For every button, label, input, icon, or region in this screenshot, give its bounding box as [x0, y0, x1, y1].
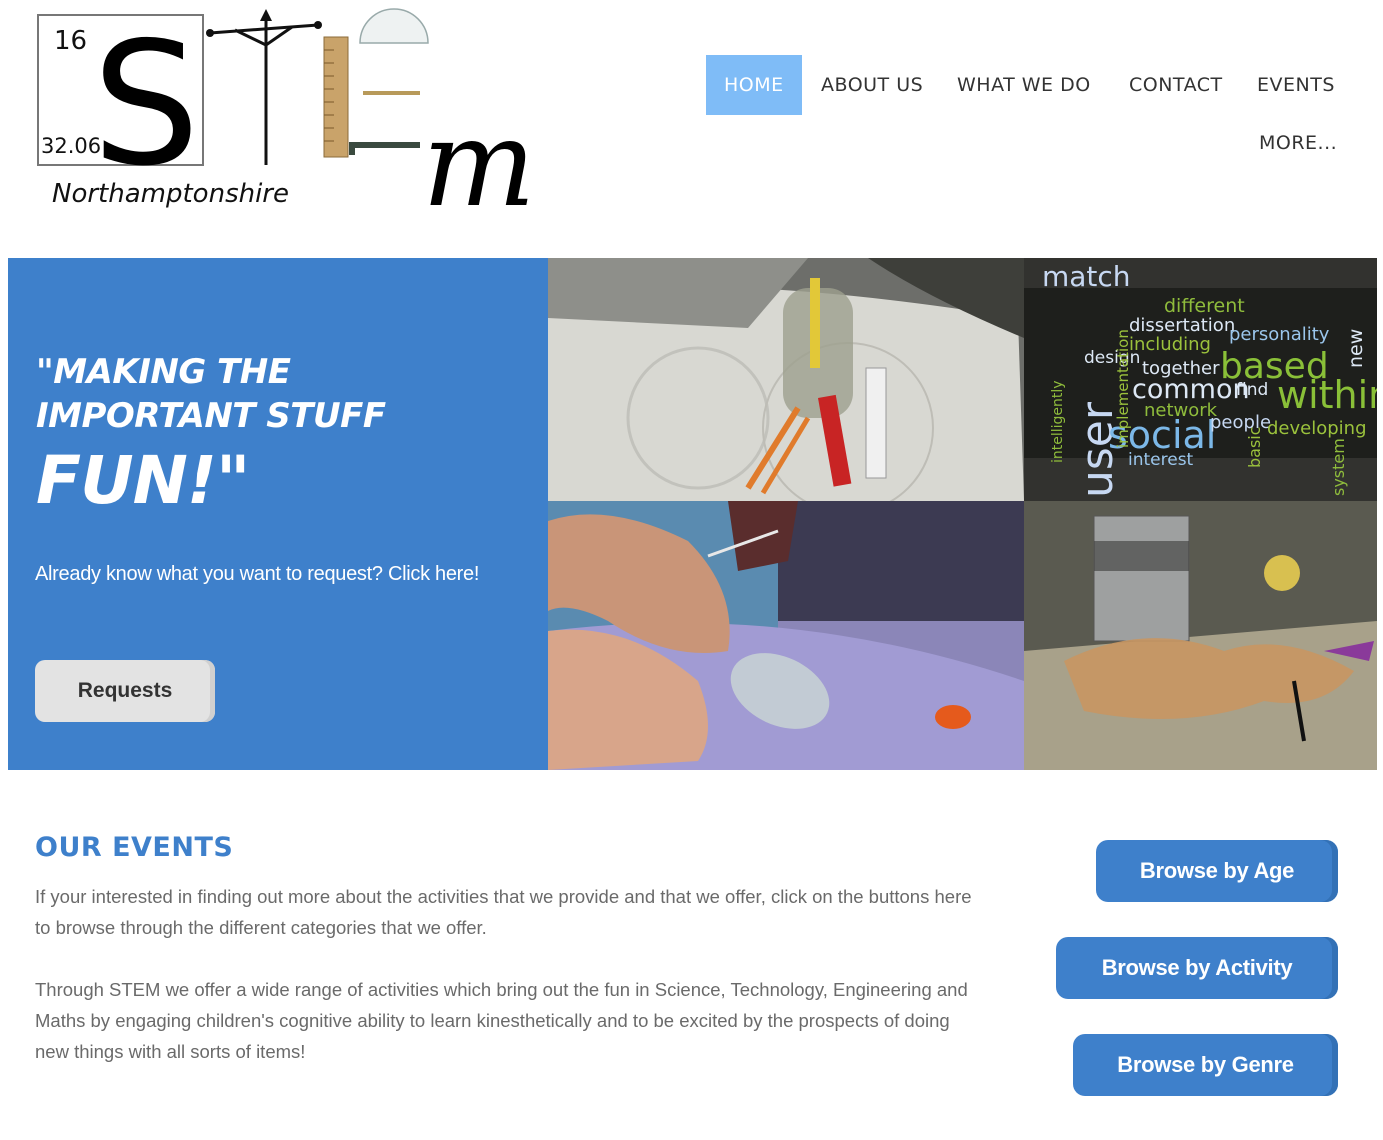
cloud-word-developing: developing: [1267, 418, 1367, 439]
quote-line-2: IMPORTANT STUFF: [36, 396, 386, 436]
cloud-word-personality: personality: [1229, 324, 1330, 345]
photo-hands-bottle: [548, 501, 1024, 770]
main-nav: HOME ABOUT US WHAT WE DO CONTACT EVENTS …: [706, 55, 1346, 165]
nav-home[interactable]: HOME: [706, 55, 802, 115]
logo-ruler-icon: [323, 36, 349, 158]
nav-events[interactable]: EVENTS: [1257, 55, 1335, 115]
events-intro-text: If your interested in finding out more a…: [35, 886, 972, 938]
browse-by-activity-button[interactable]: Browse by Activity: [1056, 937, 1338, 999]
nav-more[interactable]: MORE...: [1259, 113, 1337, 173]
nav-contact[interactable]: CONTACT: [1129, 55, 1223, 115]
nav-about-us[interactable]: ABOUT US: [821, 55, 923, 115]
photo-can-robot: [1024, 501, 1377, 770]
cloud-word-new: new: [1345, 329, 1367, 368]
quote-fun: FUN!": [36, 442, 250, 519]
cloud-word-intelligently: intelligently: [1050, 380, 1066, 463]
events-heading: OUR EVENTS: [35, 832, 234, 863]
cloud-word-within: within: [1277, 373, 1377, 417]
events-section: OUR EVENTS If your interested in finding…: [35, 832, 985, 1067]
photo-word-cloud: match different dissertation personality…: [1024, 258, 1377, 501]
logo-atomic-mass: 32.06: [41, 134, 101, 158]
hero-photo-collage: match different dissertation personality…: [548, 258, 1377, 770]
logo-atomic-number: 16: [54, 26, 87, 56]
cloud-word-interest: interest: [1128, 450, 1194, 470]
logo-t-tree-icon: [209, 15, 319, 165]
hero-panel: "MAKING THE IMPORTANT STUFF FUN!" Alread…: [8, 258, 548, 770]
quote-line-1: "MAKING THE: [36, 352, 291, 392]
browse-by-age-button[interactable]: Browse by Age: [1096, 840, 1338, 902]
logo-m-letter: m: [422, 95, 536, 230]
browse-by-genre-button[interactable]: Browse by Genre: [1073, 1034, 1338, 1096]
cloud-word-system: system: [1329, 438, 1348, 496]
site-logo[interactable]: 16 S 32.06 m Northamptonshire: [30, 5, 550, 230]
hero-banner: "MAKING THE IMPORTANT STUFF FUN!" Alread…: [8, 258, 1377, 770]
cloud-word-find: find: [1236, 380, 1268, 400]
requests-button[interactable]: Requests: [35, 660, 215, 722]
logo-protractor-icon: [359, 8, 429, 44]
logo-tagline: Northamptonshire: [52, 179, 289, 209]
cloud-word-including: including: [1129, 334, 1211, 355]
nav-what-we-do[interactable]: WHAT WE DO: [957, 55, 1091, 115]
cloud-word-implementation: implementation: [1114, 329, 1132, 448]
logo-symbol: S: [92, 6, 200, 204]
request-prompt: Already know what you want to request? C…: [35, 563, 480, 585]
cloud-word-dissertation: dissertation: [1129, 315, 1235, 336]
cloud-word-basic: basic: [1245, 426, 1264, 468]
photo-bottle-robot: [548, 258, 1024, 501]
cloud-word-different: different: [1164, 295, 1245, 317]
cloud-word-match: match: [1042, 260, 1131, 293]
events-description-text: Through STEM we offer a wide range of ac…: [35, 979, 968, 1062]
hero-quote: "MAKING THE IMPORTANT STUFF FUN!": [36, 350, 516, 520]
